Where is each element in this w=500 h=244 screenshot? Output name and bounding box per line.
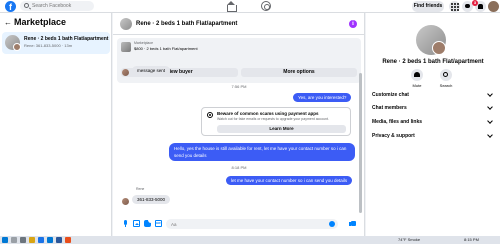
outgoing-message: Yes, are you interested? [293, 93, 352, 102]
scam-warning-card: Beware of common scams using payment app… [201, 107, 351, 136]
gif-icon[interactable]: GIF [155, 220, 162, 227]
info-icon[interactable]: i [349, 20, 357, 28]
privacy-support-item[interactable]: Privacy & support [372, 131, 496, 141]
listing-thumbnail[interactable] [120, 18, 132, 30]
start-icon[interactable] [2, 237, 8, 243]
chat-header: Rene · 2 beds 1 bath Flat/apartment i [113, 13, 365, 35]
facebook-search-input[interactable] [32, 1, 92, 11]
find-friends-button[interactable]: Find friends [412, 1, 444, 12]
groups-icon[interactable] [261, 1, 271, 11]
browser-icon[interactable] [38, 237, 44, 243]
listing-thumbnail[interactable] [416, 25, 446, 55]
facebook-search-box[interactable] [20, 1, 94, 11]
sender-avatar[interactable] [122, 69, 129, 76]
listing-price-title[interactable]: $800 · 2 beds 1 bath Flat/apartment [134, 46, 198, 51]
outgoing-message: Hello, yes the house is still available … [169, 143, 355, 161]
menu-grid-icon[interactable] [449, 1, 460, 12]
search-icon [24, 3, 29, 8]
word-icon[interactable] [56, 237, 62, 243]
microphone-icon[interactable] [122, 220, 129, 227]
task-view-icon[interactable] [20, 237, 26, 243]
more-options-button[interactable]: More options [241, 68, 357, 77]
outgoing-message: let me have your contact number so i can… [226, 176, 353, 185]
panel-title: Marketplace [14, 17, 67, 27]
media-files-links-item[interactable]: Media, files and links [372, 117, 496, 127]
emoji-icon[interactable] [329, 221, 335, 227]
listing-card: Marketplace $800 · 2 beds 1 bath Flat/ap… [117, 38, 361, 83]
incoming-message: message sent [132, 66, 171, 75]
chat-members-item[interactable]: Chat members [372, 103, 496, 113]
chevron-down-icon [487, 104, 493, 110]
listing-thumbnail[interactable] [121, 42, 131, 52]
shield-icon [207, 112, 213, 118]
arrow-left-icon[interactable]: ← [4, 18, 12, 27]
message-composer: GIF [113, 214, 365, 234]
edge-icon[interactable] [47, 237, 53, 243]
notification-count-badge: 3 [472, 0, 478, 6]
conversation-list-item[interactable]: Rene · 2 beds 1 bath Flat/apartment Rene… [2, 32, 110, 54]
weather-readout[interactable]: 74°F Smoke [398, 237, 420, 242]
chevron-down-icon [487, 91, 493, 97]
scam-warning-subtitle: Watch out for fake emails or requests to… [217, 117, 329, 121]
menu-item-label: Media, files and links [372, 119, 423, 125]
mute-button[interactable]: Mute [405, 69, 429, 89]
customize-chat-item[interactable]: Customize chat [372, 90, 496, 100]
sticker-icon[interactable] [144, 220, 151, 227]
chat-details-panel: Rene · 2 beds 1 bath Flat/apartment Mute… [366, 13, 500, 236]
message-timestamp: 7:56 PM [231, 84, 247, 89]
conversation-name: Rene · 2 beds 1 bath Flat/apartment [24, 36, 109, 42]
menu-item-label: Chat members [372, 105, 407, 111]
menu-item-label: Customize chat [372, 92, 409, 98]
sender-avatar[interactable] [122, 198, 129, 205]
file-explorer-icon[interactable] [29, 237, 35, 243]
chevron-down-icon [487, 118, 493, 124]
thumbs-up-icon[interactable] [349, 219, 357, 227]
sender-name: Rene [136, 187, 145, 191]
windows-taskbar: 74°F Smoke 8:15 PM [0, 236, 500, 244]
search-icon [443, 72, 448, 77]
details-title: Rene · 2 beds 1 bath Flat/apartment [382, 59, 484, 65]
bell-icon [414, 72, 420, 77]
image-icon[interactable] [133, 220, 140, 227]
chat-title[interactable]: Rene · 2 beds 1 bath Flat/apartment [136, 21, 237, 27]
app-icon[interactable] [65, 237, 71, 243]
incoming-message: 361-833-5000 [132, 195, 171, 204]
scam-warning-title: Beware of common scams using payment app… [217, 111, 319, 116]
conversation-list-panel: ← Marketplace Rene · 2 beds 1 bath Flat/… [0, 13, 112, 236]
chat-panel: Rene · 2 beds 1 bath Flat/apartment i Ma… [113, 13, 365, 236]
conversation-preview: Rene: 361-833-5000 · 13m [24, 43, 73, 48]
menu-item-label: Privacy & support [372, 133, 415, 139]
facebook-logo-icon[interactable]: f [5, 1, 16, 12]
clock[interactable]: 8:15 PM [464, 237, 479, 242]
message-timestamp: 8:18 PM [231, 165, 247, 170]
search-label: Search [439, 83, 453, 88]
listing-thumbnail [5, 35, 21, 51]
mute-label: Mute [412, 83, 422, 88]
search-icon[interactable] [11, 237, 17, 243]
learn-more-button[interactable]: Learn More [217, 125, 346, 133]
listing-label: Marketplace [134, 41, 154, 45]
message-input[interactable] [166, 219, 338, 229]
chevron-down-icon [487, 132, 493, 138]
home-icon[interactable] [226, 1, 237, 12]
profile-avatar[interactable] [488, 1, 499, 12]
top-navigation-bar: f Find friends 3 [0, 0, 500, 13]
search-button[interactable]: Search [434, 69, 458, 89]
chat-scrollbar[interactable] [359, 73, 362, 213]
